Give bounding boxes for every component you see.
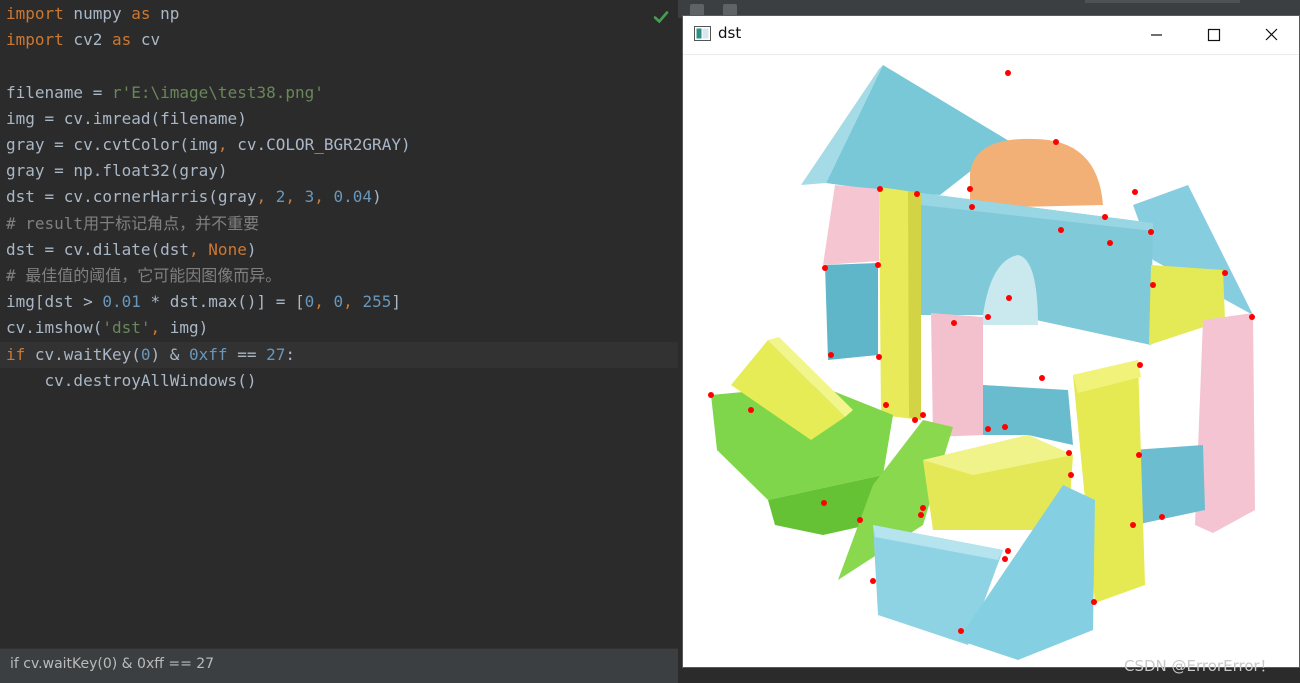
code-line[interactable]: # 最佳值的阈值，它可能因图像而异。	[6, 263, 281, 289]
window-title: dst	[718, 24, 742, 42]
code-token: gray = np.float32(gray)	[6, 161, 228, 181]
code-token: 3	[304, 187, 315, 207]
window-titlebar[interactable]: dst	[683, 16, 1299, 55]
close-button[interactable]	[1243, 16, 1299, 54]
code-token: as	[111, 30, 132, 50]
code-token: ,	[256, 187, 276, 207]
watermark: CSDN @ErrorError！	[1124, 657, 1275, 675]
code-line[interactable]: if cv.waitKey(0) & 0xff == 27:	[0, 341, 678, 368]
status-bar: if cv.waitKey(0) & 0xff == 27	[0, 648, 678, 683]
code-token: img = cv.imread(filename)	[6, 108, 247, 128]
code-line[interactable]: img = cv.imread(filename)	[6, 106, 247, 132]
code-token: if	[6, 344, 26, 364]
code-token: 0.01	[102, 292, 141, 312]
code-editor[interactable]: import numpy as np import cv2 as cv filena…	[0, 0, 678, 648]
code-token: ==	[227, 344, 267, 364]
code-token: as	[131, 4, 151, 23]
code-line[interactable]: dst = cv.dilate(dst, None)	[6, 237, 256, 263]
maximize-button[interactable]	[1186, 16, 1242, 54]
code-line[interactable]: # result用于标记角点，并不重要	[6, 211, 259, 237]
code-token: # 最佳值的阈值，它可能因图像而异。	[6, 266, 282, 285]
code-token: None	[208, 239, 247, 259]
code-token: 0.04	[333, 187, 373, 207]
code-token: 0	[333, 292, 344, 312]
code-line[interactable]: import numpy as np	[6, 1, 179, 27]
minimize-button[interactable]	[1129, 16, 1185, 54]
code-token: cv.destroyAllWindows()	[6, 370, 257, 390]
code-token: ,	[343, 292, 363, 312]
tab-indicator	[1085, 0, 1240, 3]
code-line[interactable]: cv.destroyAllWindows()	[6, 368, 257, 394]
code-token: ,	[314, 292, 334, 312]
code-token: # result用于标记角点，并不重要	[6, 213, 260, 233]
code-line[interactable]: dst = cv.cornerHarris(gray, 2, 3, 0.04)	[6, 184, 382, 210]
code-token: 255	[362, 292, 392, 312]
code-line[interactable]: filename = r'E:\image\test38.png'	[6, 80, 324, 106]
code-line[interactable]: gray = np.float32(gray)	[6, 158, 228, 184]
code-token: )	[246, 239, 257, 259]
code-token: np	[150, 4, 180, 23]
code-token: 0xff	[189, 344, 228, 364]
code-token: * dst.max()] = [	[140, 292, 305, 312]
code-line[interactable]: cv.imshow('dst', img)	[6, 315, 208, 341]
code-token: img[dst >	[6, 292, 103, 312]
code-token: ]	[391, 292, 401, 312]
code-token: dst = cv.dilate(dst	[6, 239, 190, 259]
code-token: )	[372, 187, 382, 207]
code-line[interactable]: import cv2 as cv	[6, 27, 160, 53]
window-app-icon	[694, 26, 711, 41]
code-token: cv	[131, 30, 161, 50]
minimize-icon	[1151, 34, 1162, 36]
code-token: dst = cv.cornerHarris(gray	[6, 187, 257, 207]
code-token: ,	[285, 187, 305, 207]
code-token: r'E:\image\test38.png'	[111, 82, 324, 102]
code-line[interactable]: gray = cv.cvtColor(img, cv.COLOR_BGR2GRA…	[6, 132, 411, 158]
close-icon	[1265, 28, 1278, 41]
status-breadcrumb[interactable]: if cv.waitKey(0) & 0xff == 27	[10, 656, 214, 672]
code-token: cv.imshow(	[6, 318, 103, 338]
code-token: ,	[189, 239, 209, 259]
code-token: cv.waitKey(	[25, 344, 141, 364]
code-token: import	[6, 30, 64, 50]
image-display[interactable]	[683, 55, 1299, 667]
code-token: import	[6, 4, 64, 23]
code-token: 27	[266, 344, 286, 364]
code-token: filename =	[6, 82, 112, 102]
maximize-icon	[1207, 28, 1221, 42]
code-token: ,	[150, 318, 170, 338]
code-token: ,	[217, 135, 228, 154]
check-icon	[653, 11, 669, 24]
code-token: 'dst'	[102, 318, 151, 338]
image-window: dst	[682, 15, 1300, 668]
code-token: img)	[169, 318, 209, 338]
code-token: 2	[275, 187, 286, 207]
code-token: ) &	[150, 344, 190, 364]
code-token: cv.COLOR_BGR2GRAY)	[227, 135, 411, 154]
code-token: ,	[314, 187, 334, 207]
code-token: numpy	[63, 4, 132, 23]
code-token: gray = cv.cvtColor(img	[6, 135, 218, 154]
code-token: 0	[140, 344, 151, 364]
code-token: cv2	[63, 30, 112, 50]
code-token: :	[285, 344, 295, 364]
code-token: 0	[304, 292, 315, 312]
code-line[interactable]: img[dst > 0.01 * dst.max()] = [0, 0, 255…	[6, 289, 401, 315]
